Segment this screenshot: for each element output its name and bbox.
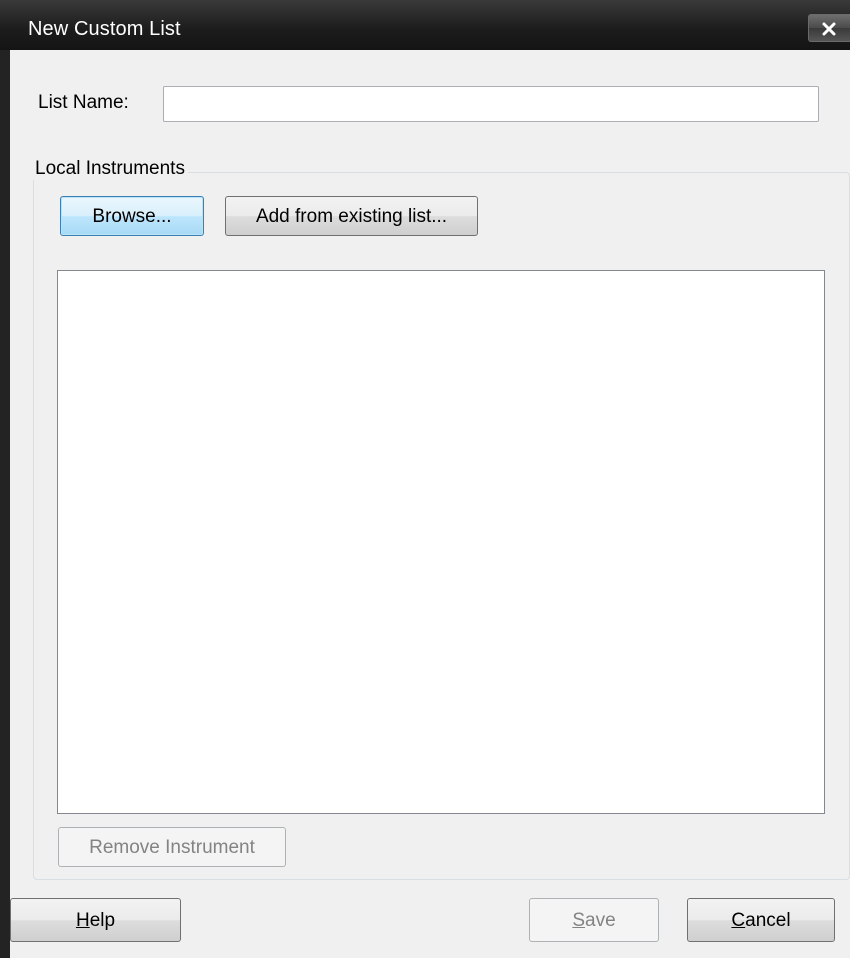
save-button[interactable]: Save — [529, 898, 659, 942]
remove-instrument-button[interactable]: Remove Instrument — [58, 827, 286, 867]
save-label-rest: ave — [585, 909, 616, 931]
browse-button[interactable]: Browse... — [60, 196, 204, 236]
close-icon — [822, 22, 836, 36]
cancel-button[interactable]: Cancel — [687, 898, 835, 942]
save-mnemonic: S — [572, 909, 586, 931]
help-button[interactable]: Help — [10, 898, 181, 942]
help-mnemonic: H — [75, 909, 90, 931]
cancel-mnemonic: C — [731, 909, 746, 931]
window-title: New Custom List — [28, 18, 181, 40]
help-label-rest: elp — [89, 909, 116, 931]
new-custom-list-dialog: New Custom List List Name: Local Instrum… — [0, 0, 850, 958]
dialog-body: List Name: Local Instruments Browse... A… — [10, 50, 850, 958]
close-button[interactable] — [808, 14, 850, 42]
add-from-existing-list-button[interactable]: Add from existing list... — [225, 196, 478, 236]
cancel-label-rest: ancel — [745, 909, 791, 931]
list-name-label: List Name: — [38, 92, 129, 113]
local-instruments-group-label: Local Instruments — [33, 158, 188, 180]
list-name-input[interactable] — [163, 86, 819, 122]
instruments-list[interactable] — [57, 270, 825, 814]
title-bar[interactable]: New Custom List — [0, 0, 850, 50]
